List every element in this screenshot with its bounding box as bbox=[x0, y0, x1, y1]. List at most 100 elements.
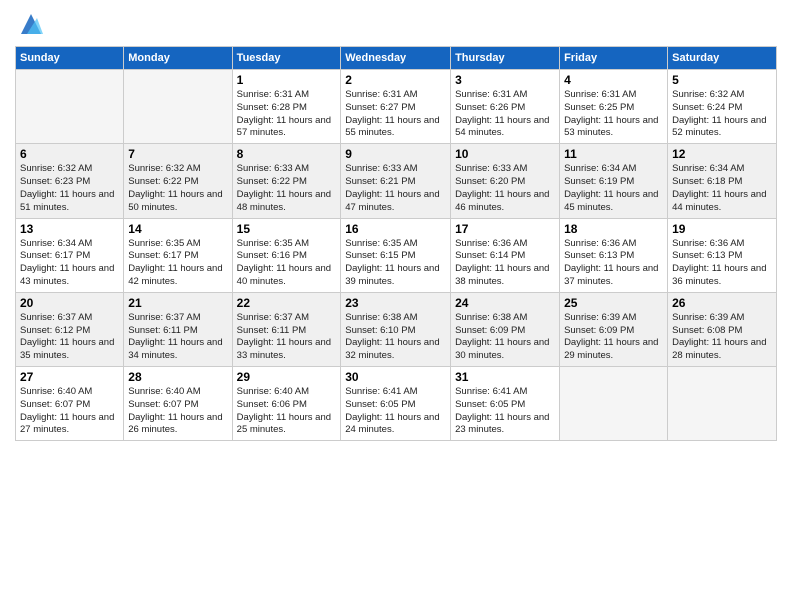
week-row-4: 20Sunrise: 6:37 AMSunset: 6:12 PMDayligh… bbox=[16, 292, 777, 366]
calendar: SundayMondayTuesdayWednesdayThursdayFrid… bbox=[15, 46, 777, 441]
daylight: Daylight: 11 hours and 27 minutes. bbox=[20, 412, 114, 436]
daylight: Daylight: 11 hours and 46 minutes. bbox=[455, 189, 549, 213]
day-number: 29 bbox=[237, 370, 337, 384]
day-number: 22 bbox=[237, 296, 337, 310]
daylight: Daylight: 11 hours and 32 minutes. bbox=[345, 337, 439, 361]
day-info: Sunrise: 6:40 AM Sunset: 6:07 PM Daylight:… bbox=[128, 386, 227, 437]
calendar-cell: 14Sunrise: 6:35 AMSunset: 6:17 PMDayligh… bbox=[124, 218, 232, 292]
weekday-header-saturday: Saturday bbox=[668, 47, 777, 70]
day-info: Sunrise: 6:39 AMSunset: 6:09 PMDaylight:… bbox=[564, 312, 663, 363]
sunrise: Sunrise: 6:32 AM bbox=[128, 163, 200, 174]
sunset: Sunset: 6:25 PM bbox=[564, 102, 634, 113]
day-number: 21 bbox=[128, 296, 227, 310]
weekday-header-friday: Friday bbox=[560, 47, 668, 70]
calendar-cell: 27Sunrise: 6:40 AMSunset: 6:07 PMDayligh… bbox=[16, 367, 124, 441]
sunset: Sunset: 6:24 PM bbox=[672, 102, 742, 113]
calendar-cell: 12Sunrise: 6:34 AMSunset: 6:18 PMDayligh… bbox=[668, 144, 777, 218]
sunrise: Sunrise: 6:33 AM bbox=[237, 163, 309, 174]
daylight: Daylight: 11 hours and 45 minutes. bbox=[564, 189, 658, 213]
sunrise: Sunrise: 6:38 AM bbox=[345, 312, 417, 323]
day-info: Sunrise: 6:32 AMSunset: 6:24 PMDaylight:… bbox=[672, 89, 772, 140]
sunset: Sunset: 6:08 PM bbox=[672, 325, 742, 336]
sunrise: Sunrise: 6:31 AM bbox=[345, 89, 417, 100]
weekday-header-sunday: Sunday bbox=[16, 47, 124, 70]
day-number: 15 bbox=[237, 222, 337, 236]
calendar-cell bbox=[560, 367, 668, 441]
day-info: Sunrise: 6:35 AMSunset: 6:15 PMDaylight:… bbox=[345, 238, 446, 289]
day-info: Sunrise: 6:33 AMSunset: 6:22 PMDaylight:… bbox=[237, 163, 337, 214]
sunrise: Sunrise: 6:34 AM bbox=[20, 238, 92, 249]
sunrise: Sunrise: 6:37 AM bbox=[20, 312, 92, 323]
day-info: Sunrise: 6:36 AMSunset: 6:13 PMDaylight:… bbox=[672, 238, 772, 289]
sunrise: Sunrise: 6:34 AM bbox=[672, 163, 744, 174]
calendar-cell: 13Sunrise: 6:34 AMSunset: 6:17 PMDayligh… bbox=[16, 218, 124, 292]
sunset: Sunset: 6:12 PM bbox=[20, 325, 90, 336]
day-info: Sunrise: 6:35 AMSunset: 6:16 PMDaylight:… bbox=[237, 238, 337, 289]
daylight: Daylight: 11 hours and 54 minutes. bbox=[455, 115, 549, 139]
sunrise: Sunrise: 6:32 AM bbox=[20, 163, 92, 174]
day-number: 26 bbox=[672, 296, 772, 310]
sunset: Sunset: 6:05 PM bbox=[345, 399, 415, 410]
calendar-cell: 5 Sunrise: 6:32 AMSunset: 6:24 PMDaylight… bbox=[668, 70, 777, 144]
calendar-cell: 30Sunrise: 6:41 AMSunset: 6:05 PMDayligh… bbox=[341, 367, 451, 441]
day-number: 25 bbox=[564, 296, 663, 310]
daylight: Daylight: 11 hours and 23 minutes. bbox=[455, 412, 549, 436]
day-number: 17 bbox=[455, 222, 555, 236]
day-number: 18 bbox=[564, 222, 663, 236]
calendar-cell: 23Sunrise: 6:38 AMSunset: 6:10 PMDayligh… bbox=[341, 292, 451, 366]
calendar-cell: 3Sunrise: 6:31 AMSunset: 6:26 PMDaylight… bbox=[451, 70, 560, 144]
day-number: 20 bbox=[20, 296, 119, 310]
sunset: Sunset: 6:09 PM bbox=[564, 325, 634, 336]
day-info: Sunrise: 6:36 AMSunset: 6:14 PMDaylight:… bbox=[455, 238, 555, 289]
day-info: Sunrise: 6:33 AMSunset: 6:21 PMDaylight:… bbox=[345, 163, 446, 214]
logo bbox=[15, 10, 45, 38]
day-number: 24 bbox=[455, 296, 555, 310]
daylight: Daylight: 11 hours and 26 minutes. bbox=[128, 412, 222, 436]
day-info: Sunrise: 6:38 AMSunset: 6:09 PMDaylight:… bbox=[455, 312, 555, 363]
sunrise: Sunrise: 6:41 AM bbox=[455, 386, 527, 397]
week-row-2: 6Sunrise: 6:32 AMSunset: 6:23 PMDaylight… bbox=[16, 144, 777, 218]
day-info: Sunrise: 6:35 AMSunset: 6:17 PMDaylight:… bbox=[128, 238, 227, 289]
calendar-cell: 29 Sunrise: 6:40 AMSunset: 6:06 PMDayligh… bbox=[232, 367, 341, 441]
calendar-cell: 24 Sunrise: 6:38 AMSunset: 6:09 PMDayligh… bbox=[451, 292, 560, 366]
day-info: Sunrise: 6:33 AMSunset: 6:20 PMDaylight:… bbox=[455, 163, 555, 214]
calendar-cell bbox=[16, 70, 124, 144]
daylight: Daylight: 11 hours and 36 minutes. bbox=[672, 263, 766, 287]
sunrise: Sunrise: 6:41 AM bbox=[345, 386, 417, 397]
calendar-cell: 7Sunrise: 6:32 AMSunset: 6:22 PMDaylight… bbox=[124, 144, 232, 218]
sunrise: Sunrise: 6:31 AM bbox=[564, 89, 636, 100]
day-info: Sunrise: 6:31 AMSunset: 6:27 PMDaylight:… bbox=[345, 89, 446, 140]
weekday-header-tuesday: Tuesday bbox=[232, 47, 341, 70]
sunrise: Sunrise: 6:31 AM bbox=[455, 89, 527, 100]
calendar-cell: 9 Sunrise: 6:33 AMSunset: 6:21 PMDaylight… bbox=[341, 144, 451, 218]
daylight: Daylight: 11 hours and 35 minutes. bbox=[20, 337, 114, 361]
calendar-cell: 17 Sunrise: 6:36 AMSunset: 6:14 PMDayligh… bbox=[451, 218, 560, 292]
day-number: 9 bbox=[345, 147, 446, 161]
day-number: 23 bbox=[345, 296, 446, 310]
daylight: Daylight: 11 hours and 55 minutes. bbox=[345, 115, 439, 139]
sunset: Sunset: 6:15 PM bbox=[345, 250, 415, 261]
day-number: 4 bbox=[564, 73, 663, 87]
day-info: Sunrise: 6:40 AMSunset: 6:06 PMDaylight:… bbox=[237, 386, 337, 437]
week-row-5: 27Sunrise: 6:40 AMSunset: 6:07 PMDayligh… bbox=[16, 367, 777, 441]
calendar-cell bbox=[124, 70, 232, 144]
day-number: 16 bbox=[345, 222, 446, 236]
day-info: Sunrise: 6:32 AMSunset: 6:23 PMDaylight:… bbox=[20, 163, 119, 214]
day-info: Sunrise: 6:41 AMSunset: 6:05 PMDaylight:… bbox=[345, 386, 446, 437]
sunset: Sunset: 6:07 PM bbox=[128, 399, 198, 410]
day-info: Sunrise: 6:36 AMSunset: 6:13 PMDaylight:… bbox=[564, 238, 663, 289]
day-info: Sunrise: 6:40 AMSunset: 6:07 PMDaylight:… bbox=[20, 386, 119, 437]
sunset: Sunset: 6:09 PM bbox=[455, 325, 525, 336]
daylight: Daylight: 11 hours and 37 minutes. bbox=[564, 263, 658, 287]
sunrise: Sunrise: 6:37 AM bbox=[237, 312, 309, 323]
calendar-cell: 1Sunrise: 6:31 AMSunset: 6:28 PMDaylight… bbox=[232, 70, 341, 144]
day-info: Sunrise: 6:31 AMSunset: 6:26 PMDaylight:… bbox=[455, 89, 555, 140]
daylight: Daylight: 11 hours and 50 minutes. bbox=[128, 189, 222, 213]
calendar-cell: 8Sunrise: 6:33 AMSunset: 6:22 PMDaylight… bbox=[232, 144, 341, 218]
sunrise: Sunrise: 6:40 AM bbox=[128, 386, 200, 397]
sunset: Sunset: 6:16 PM bbox=[237, 250, 307, 261]
sunrise: Sunrise: 6:34 AM bbox=[564, 163, 636, 174]
sunset: Sunset: 6:13 PM bbox=[672, 250, 742, 261]
sunset: Sunset: 6:11 PM bbox=[128, 325, 198, 336]
day-number: 5 bbox=[672, 73, 772, 87]
